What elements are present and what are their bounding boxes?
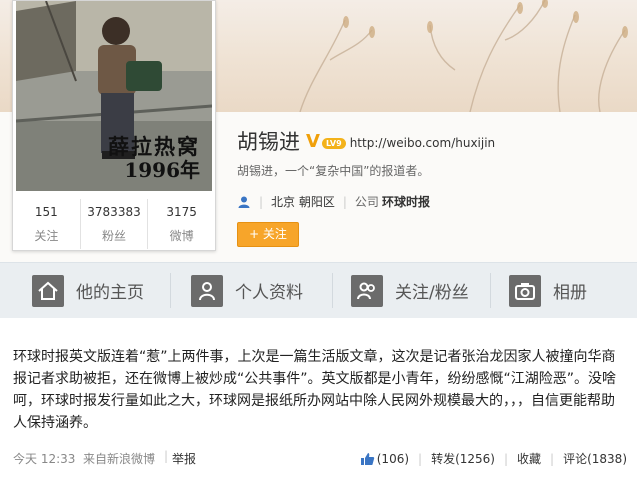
profile-location[interactable]: 北京 朝阳区	[271, 193, 335, 210]
tab-album[interactable]: 相册	[509, 263, 587, 318]
report-link[interactable]: 举报	[172, 450, 196, 467]
avatar[interactable]: 薛拉热窝 1996年	[16, 1, 212, 191]
profile-name: 胡锡进	[237, 130, 300, 154]
avatar-caption: 薛拉热窝 1996年	[108, 134, 200, 183]
comment-button[interactable]: 评论(1838)	[563, 450, 627, 467]
person-icon	[191, 274, 223, 307]
profile-company-link[interactable]: 环球时报	[382, 193, 430, 210]
stat-followers-count: 3783383	[87, 205, 141, 219]
profile-company-label: 公司	[354, 195, 379, 209]
profile-tab-bar: 他的主页 个人资料 关注/粉丝 相册	[0, 262, 637, 319]
profile-url-link[interactable]: http://weibo.com/huxijin	[350, 136, 495, 150]
level-badge[interactable]: LV9	[321, 137, 346, 149]
avatar-card: 薛拉热窝 1996年 151 关注 3783383 粉丝 3175 微博	[12, 0, 216, 251]
stat-following-label: 关注	[34, 229, 59, 243]
person-icon	[237, 195, 251, 209]
action-divider: |	[550, 451, 555, 466]
tab-album-label: 相册	[553, 283, 587, 303]
profile-stats: 151 关注 3783383 粉丝 3175 微博	[13, 199, 215, 249]
post-source[interactable]: 来自新浪微博	[83, 450, 155, 467]
avatar-caption-line2: 1996年	[124, 158, 200, 183]
stat-followers-label: 粉丝	[102, 229, 127, 243]
post-actions: (106) | 转发(1256) | 收藏 | 评论(1838)	[360, 450, 627, 467]
tab-divider	[332, 273, 333, 308]
verified-icon[interactable]: V	[306, 131, 320, 152]
tab-home-label: 他的主页	[76, 283, 144, 303]
profile-meta: | 北京 朝阳区 | 公司 环球时报	[237, 193, 430, 210]
camera-icon	[509, 274, 541, 307]
stat-posts-count: 3175	[166, 205, 197, 219]
stat-followers[interactable]: 3783383 粉丝	[81, 199, 149, 249]
repost-button[interactable]: 转发(1256)	[431, 450, 495, 467]
post-footer: 今天 12:33 来自新浪微博 | 举报 (106) | 转发(1256) | …	[13, 448, 627, 468]
footer-divider: |	[164, 449, 169, 463]
tab-follow-fans-label: 关注/粉丝	[395, 283, 469, 303]
stat-posts[interactable]: 3175 微博	[148, 199, 215, 249]
action-divider: |	[503, 451, 509, 466]
action-divider: |	[418, 451, 423, 466]
tab-divider	[170, 273, 171, 308]
meta-divider: |	[342, 194, 347, 209]
thumbs-up-icon	[360, 452, 375, 466]
like-button[interactable]: (106)	[360, 452, 409, 466]
stat-following-count: 151	[34, 205, 58, 219]
meta-divider: |	[259, 194, 264, 209]
post-text: 环球时报英文版连着“惹”上两件事，上次是一篇生活版文章，这次是记者张治龙因家人被…	[13, 349, 617, 431]
stat-posts-label: 微博	[169, 229, 194, 243]
tab-profile[interactable]: 个人资料	[191, 263, 303, 318]
post-timestamp[interactable]: 今天 12:33	[13, 450, 75, 467]
avatar-caption-line1: 薛拉热窝	[108, 134, 200, 159]
stat-following[interactable]: 151 关注	[13, 199, 81, 249]
favorite-button[interactable]: 收藏	[517, 450, 541, 467]
weibo-post: 环球时报英文版连着“惹”上两件事，上次是一篇生活版文章，这次是记者张治龙因家人被…	[0, 318, 637, 483]
tab-follow-fans[interactable]: 关注/粉丝	[351, 263, 469, 318]
profile-bio: 胡锡进，一个“复杂中国”的报道者。	[237, 164, 430, 178]
tab-divider	[490, 273, 491, 308]
people-icon	[351, 274, 383, 307]
home-icon	[32, 274, 64, 307]
follow-button[interactable]: + 关注	[237, 222, 299, 247]
tab-home[interactable]: 他的主页	[32, 263, 144, 318]
like-count: (106)	[376, 451, 410, 466]
profile-name-row: 胡锡进 V LV9 http://weibo.com/huxijin	[237, 126, 495, 156]
tab-profile-label: 个人资料	[235, 283, 303, 303]
